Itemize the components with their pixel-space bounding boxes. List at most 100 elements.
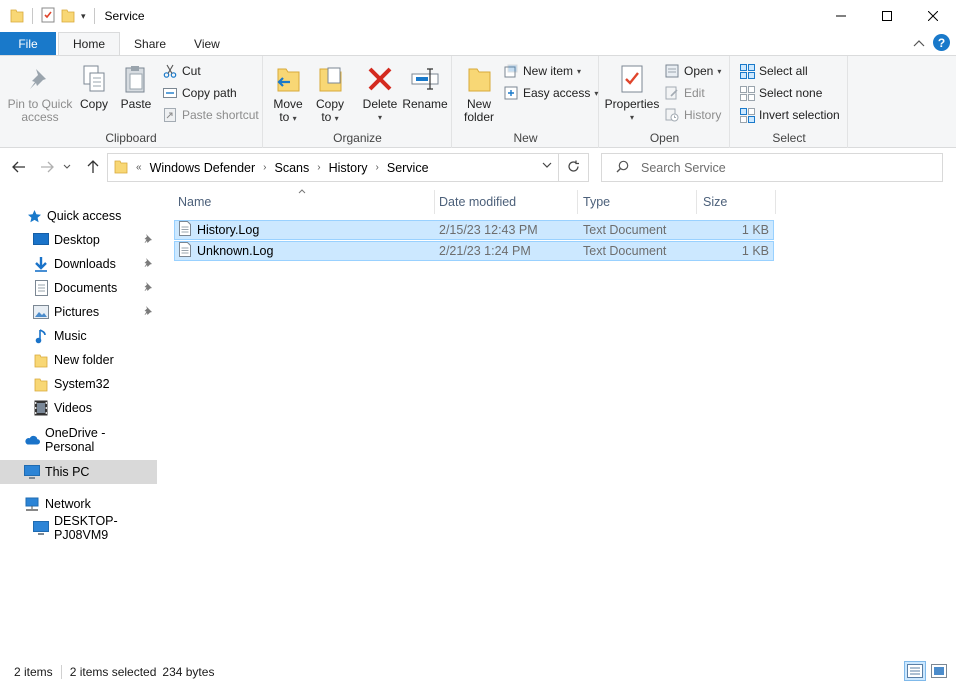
nav-item-downloads[interactable]: Downloads [0,252,157,276]
column-header-date[interactable]: Date modified [434,190,578,214]
tab-file[interactable]: File [0,32,56,55]
new-folder-label-2: folder [463,110,495,124]
open-button[interactable]: Open ▾ [664,62,721,80]
close-button[interactable] [910,0,956,32]
nav-quick-access[interactable]: Quick access [0,204,157,228]
tab-view[interactable]: View [180,32,234,55]
nav-item-system32[interactable]: System32 [0,372,157,396]
collapse-ribbon-icon[interactable] [913,36,925,50]
chevron-down-icon: ▾ [717,66,722,76]
rename-label: Rename [402,97,448,111]
delete-button[interactable]: Delete ▾ [360,62,400,124]
divider [60,665,62,679]
item-count: 2 items [14,665,53,679]
file-row[interactable]: History.Log 2/15/23 12:43 PM Text Docume… [174,220,774,240]
up-arrow-icon[interactable] [84,158,102,176]
paste-button[interactable]: Paste [118,62,154,111]
pin-icon[interactable] [143,257,153,270]
cut-button[interactable]: Cut [162,62,201,80]
select-none-label: Select none [759,86,823,100]
breadcrumb-scans[interactable]: Scans [275,161,310,175]
copy-button[interactable]: Copy [76,62,112,111]
organize-group: Move to ▾ Copy to ▾ Delete ▾ Rename Orga… [264,56,452,148]
properties-button[interactable]: Properties ▾ [604,62,660,124]
nav-onedrive[interactable]: OneDrive - Personal [0,426,157,454]
history-button[interactable]: History [664,106,721,124]
details-view-icon[interactable] [904,661,926,681]
folder-icon [114,158,128,177]
nav-desktop-computer[interactable]: DESKTOP-PJ08VM9 [0,514,157,542]
new-folder-icon[interactable] [61,7,75,26]
properties-dropdown-icon[interactable]: ▾ [630,111,634,124]
new-item-button[interactable]: New item ▾ [503,62,581,80]
edit-button[interactable]: Edit [664,84,705,102]
paste-shortcut-button[interactable]: Paste shortcut [162,106,259,124]
easy-access-button[interactable]: Easy access ▾ [503,84,598,102]
open-label: Open [684,64,714,78]
nav-item-pictures[interactable]: Pictures [0,300,157,324]
copy-path-button[interactable]: Copy path [162,84,237,102]
tab-home[interactable]: Home [58,32,121,55]
breadcrumb-history[interactable]: History [329,161,368,175]
properties-icon[interactable] [41,7,55,26]
nav-item-videos[interactable]: Videos [0,396,157,420]
folder-icon [33,352,49,368]
selection-count: 2 items selected [69,665,157,679]
new-folder-button[interactable]: New folder [459,62,499,124]
pin-icon[interactable] [143,305,153,318]
properties-label: Properties [604,97,660,111]
pin-icon[interactable] [143,233,153,246]
pin-to-quick-access-button[interactable]: Pin to Quick access [6,62,74,124]
rename-icon [409,62,441,96]
breadcrumb-separator[interactable]: › [376,162,379,173]
minimize-button[interactable] [818,0,864,32]
breadcrumb-separator[interactable]: › [317,162,320,173]
large-icons-view-icon[interactable] [928,661,950,681]
forward-arrow-icon[interactable] [38,158,56,176]
recent-locations-icon[interactable] [62,158,72,176]
delete-dropdown-icon[interactable]: ▾ [378,111,382,124]
customize-toolbar-icon[interactable]: ▾ [81,11,86,22]
back-arrow-icon[interactable] [10,158,28,176]
divider [32,8,33,24]
folder-icon [33,376,49,392]
pin-icon[interactable] [143,281,153,294]
select-all-button[interactable]: Select all [739,62,808,80]
move-to-button[interactable]: Move to ▾ [270,62,306,125]
invert-selection-label: Invert selection [759,108,840,122]
overflow-chevron[interactable]: « [136,162,142,173]
ribbon: Pin to Quick access Copy Paste Cut Copy … [0,55,956,148]
nav-item-documents[interactable]: Documents [0,276,157,300]
breadcrumb-windows-defender[interactable]: Windows Defender [150,161,256,175]
column-header-type[interactable]: Type [578,190,697,214]
breadcrumb-service[interactable]: Service [387,161,429,175]
clipboard-group: Pin to Quick access Copy Paste Cut Copy … [0,56,263,148]
nav-label: OneDrive - Personal [45,426,106,454]
nav-item-music[interactable]: Music [0,324,157,348]
nav-this-pc[interactable]: This PC [0,460,157,484]
address-bar[interactable]: « Windows Defender › Scans › History › S… [107,153,559,182]
file-row[interactable]: Unknown.Log 2/21/23 1:24 PM Text Documen… [174,241,774,261]
tab-share[interactable]: Share [120,32,180,55]
video-icon [33,400,49,416]
column-header-size[interactable]: Size [698,190,776,214]
help-icon[interactable]: ? [933,34,950,51]
copy-to-button[interactable]: Copy to ▾ [312,62,348,125]
nav-item-desktop[interactable]: Desktop [0,228,157,252]
group-label: Open [649,131,680,145]
ribbon-right-controls: ? [913,34,950,51]
chevron-down-icon[interactable] [542,160,552,171]
breadcrumb-separator[interactable]: › [263,162,266,173]
nav-item-new-folder[interactable]: New folder [0,348,157,372]
nav-network[interactable]: Network [0,492,157,516]
rename-button[interactable]: Rename [402,62,448,111]
select-none-button[interactable]: Select none [739,84,822,102]
status-bar: 2 items 2 items selected 234 bytes [0,660,956,684]
maximize-button[interactable] [864,0,910,32]
search-input[interactable]: Search Service [601,153,943,182]
refresh-button[interactable] [559,153,589,182]
invert-selection-button[interactable]: Invert selection [739,106,840,124]
column-header-name[interactable]: Name [173,190,435,214]
search-icon [616,160,629,176]
file-name: History.Log [197,223,260,237]
